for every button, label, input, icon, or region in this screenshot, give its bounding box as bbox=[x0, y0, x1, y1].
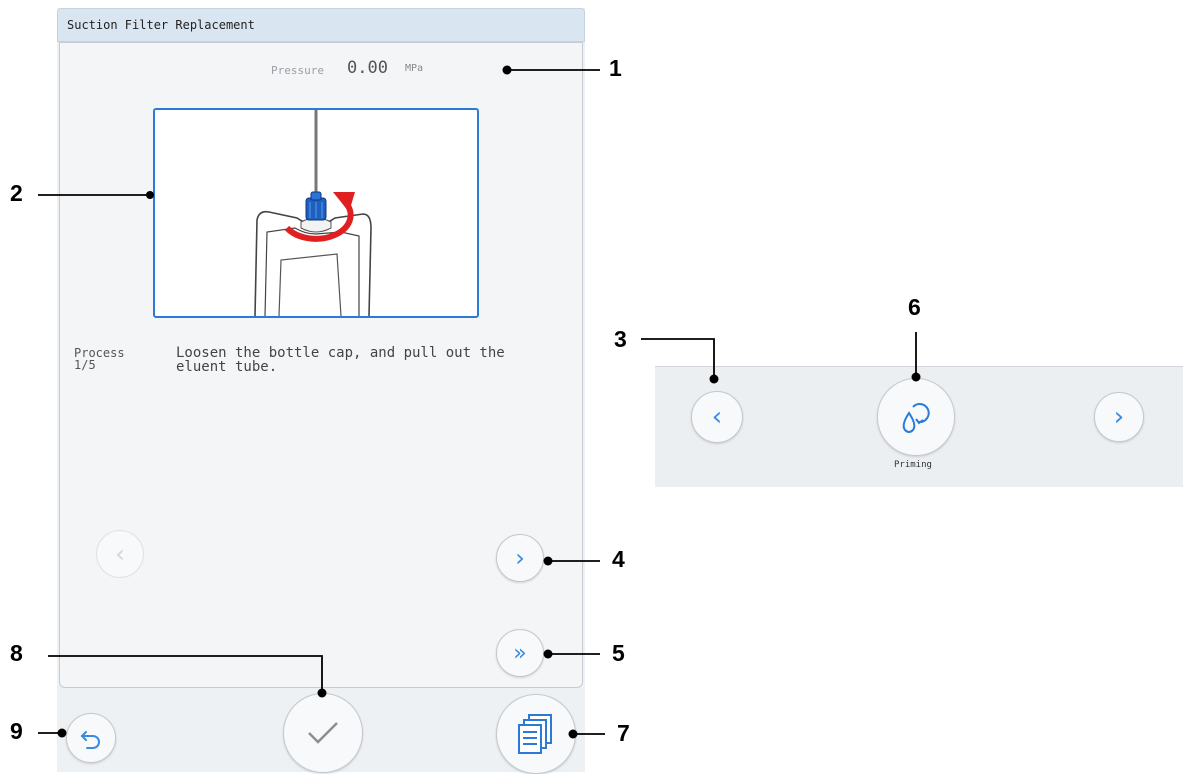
callout-6: 6 bbox=[908, 294, 921, 320]
callout-2: 2 bbox=[10, 180, 23, 206]
callout-4: 4 bbox=[612, 546, 625, 572]
callout-7: 7 bbox=[617, 720, 630, 746]
callout-5: 5 bbox=[612, 640, 625, 666]
callout-9: 9 bbox=[10, 718, 23, 744]
callout-leader-lines bbox=[38, 65, 921, 739]
callout-1: 1 bbox=[609, 55, 622, 81]
callout-3: 3 bbox=[614, 326, 627, 352]
callout-8: 8 bbox=[10, 640, 23, 666]
